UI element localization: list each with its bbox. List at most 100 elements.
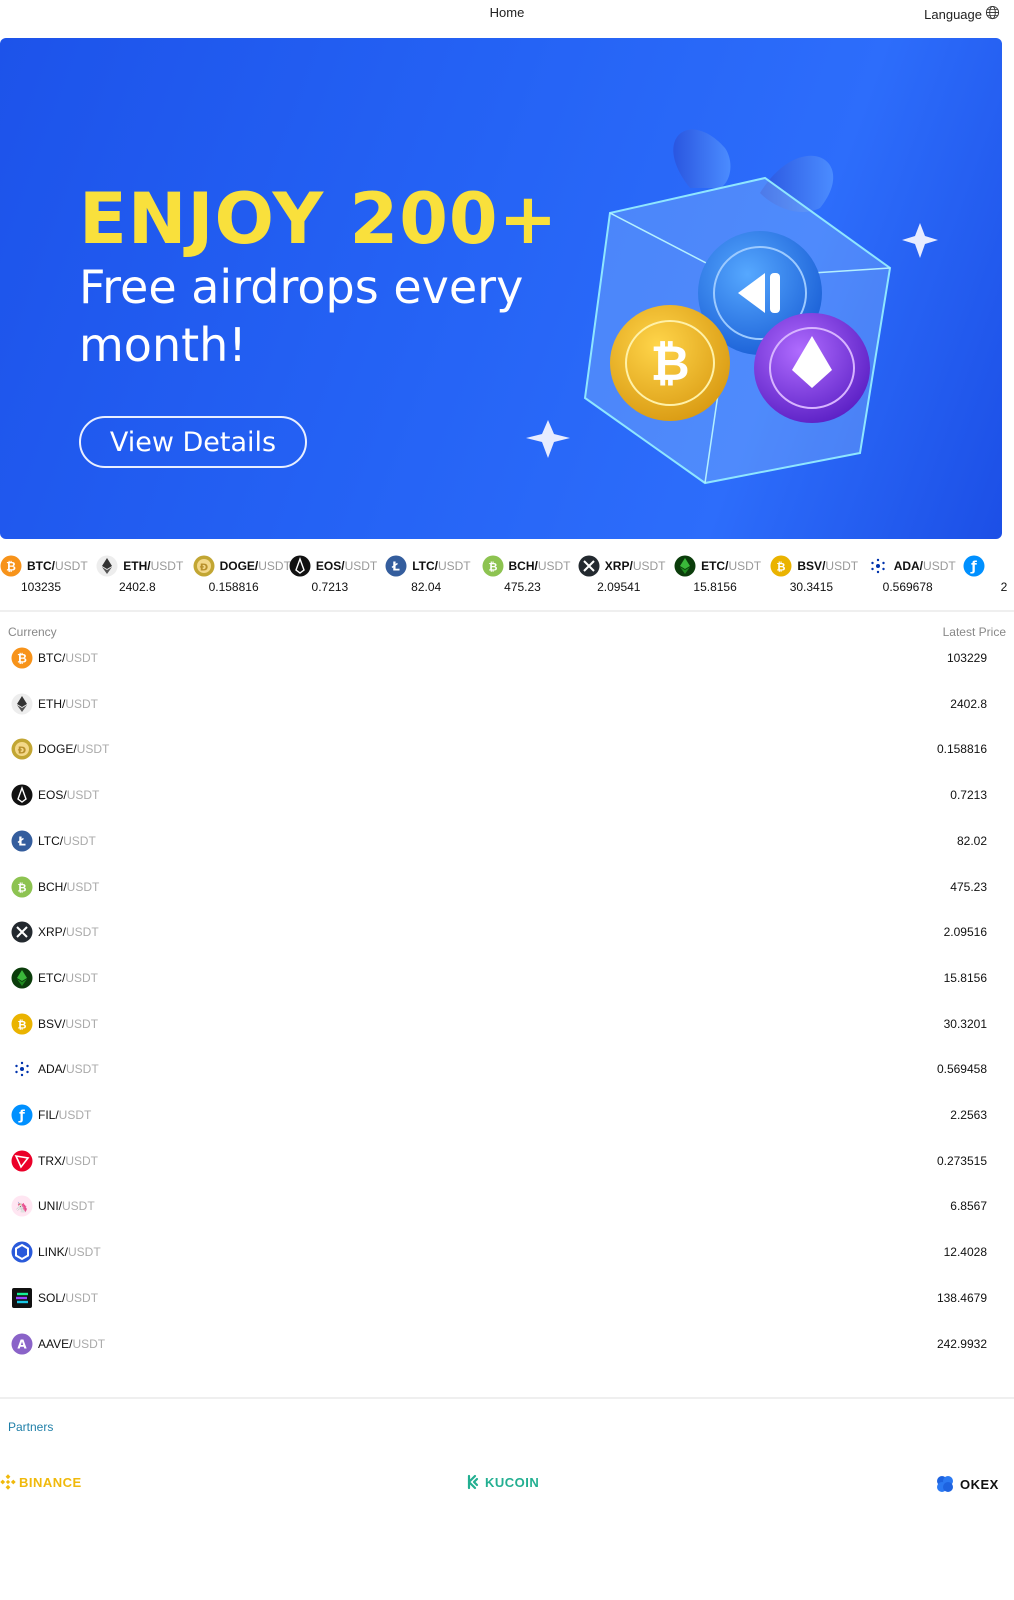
sol-icon — [11, 1287, 33, 1309]
row-latest-price: 242.9932 — [936, 1336, 987, 1351]
svg-text:Ł: Ł — [391, 560, 400, 574]
nav-home-link[interactable]: Home — [0, 5, 1014, 20]
table-row[interactable]: 🦄 UNI/USDT 6.8567 — [0, 1195, 1014, 1241]
row-latest-price: 12.4028 — [943, 1245, 987, 1260]
ticker-item[interactable]: Ł LTC/USDT 82.04 — [385, 554, 482, 604]
ticker-price: 82.04 — [411, 580, 442, 594]
ticker-pair-base: ADA/ — [893, 559, 924, 573]
fil-icon: ƒ — [11, 1104, 33, 1126]
row-pair-quote: USDT — [63, 833, 96, 848]
row-pair-quote: USDT — [66, 1062, 99, 1077]
ltc-icon: Ł — [385, 555, 407, 577]
table-row[interactable]: EOS/USDT 0.7213 — [0, 784, 1014, 830]
language-selector[interactable]: Language — [924, 5, 1000, 23]
svg-text:Ł: Ł — [17, 834, 26, 848]
svg-text:A: A — [17, 1337, 27, 1351]
ticker-item[interactable]: ETH/USDT 2402.8 — [96, 554, 193, 604]
svg-text:ƒ: ƒ — [970, 560, 977, 575]
table-row[interactable]: XRP/USDT 2.09516 — [0, 921, 1014, 967]
ticker-item[interactable]: XRP/USDT 2.09541 — [578, 554, 675, 604]
ticker-pair-quote: USDT — [437, 559, 471, 573]
row-latest-price: 0.273515 — [936, 1153, 987, 1168]
row-pair-quote: USDT — [68, 1245, 101, 1260]
btc-icon: ₿ — [11, 647, 33, 669]
table-row[interactable]: SOL/USDT 138.4679 — [0, 1287, 1014, 1333]
ticker-item[interactable]: ₿ BCH/USDT 475.23 — [482, 554, 579, 604]
ticker-item[interactable]: EOS/USDT 0.7213 — [289, 554, 386, 604]
ticker-item[interactable]: ETC/USDT 15.8156 — [674, 554, 771, 604]
ticker-item[interactable]: ₿ BTC/USDT 103235 — [0, 554, 97, 604]
row-latest-price: 0.569458 — [936, 1062, 987, 1077]
ticker-price: 0.158816 — [208, 580, 259, 594]
partner-name: KUCOIN — [485, 1474, 540, 1490]
row-pair-base: ETC/ — [38, 970, 66, 985]
promo-banner[interactable]: ENJOY 200+ Free airdrops every month! Vi… — [0, 38, 1002, 539]
section-divider — [0, 1397, 1014, 1399]
table-row[interactable]: ƒ FIL/USDT 2.2563 — [0, 1104, 1014, 1150]
doge-icon: Ð — [193, 555, 215, 577]
partner-kucoin[interactable]: KUCOIN — [466, 1474, 539, 1490]
row-pair-quote: USDT — [58, 1108, 92, 1122]
row-pair-base: FIL/ — [38, 1108, 59, 1122]
row-pair-quote: USDT — [76, 742, 110, 757]
row-pair-base: LTC/ — [38, 833, 64, 848]
svg-text:Ð: Ð — [199, 563, 207, 574]
fil-icon: ƒ — [963, 555, 985, 577]
globe-icon — [985, 5, 1000, 23]
ticker-pair-base: BSV/ — [797, 559, 826, 573]
row-pair-base: EOS/ — [38, 788, 67, 803]
ticker-item[interactable]: ƒ 2 — [963, 554, 1014, 604]
row-latest-price: 138.4679 — [936, 1290, 987, 1305]
table-row[interactable]: Ł LTC/USDT 82.02 — [0, 830, 1014, 876]
row-pair-base: ADA/ — [38, 1062, 67, 1077]
xrp-icon — [578, 555, 600, 577]
table-row[interactable]: ETC/USDT 15.8156 — [0, 967, 1014, 1013]
eth-icon — [11, 693, 33, 715]
table-row[interactable]: A AAVE/USDT 242.9932 — [0, 1333, 1014, 1379]
svg-text:₿: ₿ — [18, 1018, 27, 1031]
row-latest-price: 6.8567 — [950, 1199, 987, 1214]
row-pair-quote: USDT — [72, 1336, 106, 1351]
table-row[interactable]: ₿ BCH/USDT 475.23 — [0, 876, 1014, 922]
view-details-button[interactable]: View Details — [79, 416, 307, 468]
table-row[interactable]: ₿ BSV/USDT 30.3201 — [0, 1013, 1014, 1059]
row-pair-base: BCH/ — [38, 879, 67, 894]
eos-icon — [11, 784, 33, 806]
ltc-icon: Ł — [11, 830, 33, 852]
doge-icon: Ð — [11, 738, 33, 760]
row-pair-quote: USDT — [65, 1153, 99, 1168]
partner-okex[interactable]: OKEX — [935, 1474, 999, 1494]
banner-subheadline: Free airdrops every month! — [79, 260, 524, 372]
partner-binance[interactable]: BINANCE — [0, 1474, 82, 1490]
ticker-price: 30.3415 — [789, 580, 834, 594]
table-row[interactable]: ₿ BTC/USDT 103229 — [0, 647, 1014, 693]
ticker-price: 15.8156 — [693, 580, 737, 594]
trx-icon — [11, 1150, 33, 1172]
partner-name: OKEX — [960, 1476, 999, 1492]
row-pair-quote: USDT — [62, 1199, 95, 1214]
row-latest-price: 30.3201 — [943, 1016, 987, 1031]
etc-icon — [674, 555, 696, 577]
row-pair-base: ETH/ — [38, 696, 66, 711]
table-row[interactable]: LINK/USDT 12.4028 — [0, 1241, 1014, 1287]
ticker-pair-quote: USDT — [825, 559, 859, 573]
svg-text:Ð: Ð — [18, 746, 26, 757]
table-row[interactable]: ADA/USDT 0.569458 — [0, 1058, 1014, 1104]
row-pair-quote: USDT — [65, 696, 99, 711]
ticker-item[interactable]: ADA/USDT 0.569678 — [867, 554, 964, 604]
ticker-item[interactable]: ₿ BSV/USDT 30.3415 — [770, 554, 867, 604]
ada-icon — [867, 555, 889, 577]
ticker-item[interactable]: Ð DOGE/USDT 0.158816 — [193, 554, 291, 604]
ticker-price: 2402.8 — [118, 580, 156, 594]
bch-icon: ₿ — [482, 555, 504, 577]
row-pair-base: UNI/ — [38, 1199, 62, 1214]
table-row[interactable]: Ð DOGE/USDT 0.158816 — [0, 738, 1014, 784]
row-latest-price: 2402.8 — [950, 696, 987, 711]
top-nav: Home Language — [0, 0, 1014, 38]
table-row[interactable]: TRX/USDT 0.273515 — [0, 1150, 1014, 1196]
svg-text:₿: ₿ — [650, 336, 689, 392]
row-pair-base: AAVE/ — [38, 1336, 73, 1351]
latest-price-column-header: Latest Price — [942, 625, 1006, 639]
table-row[interactable]: ETH/USDT 2402.8 — [0, 693, 1014, 739]
ticker-price: 2 — [1000, 580, 1008, 594]
